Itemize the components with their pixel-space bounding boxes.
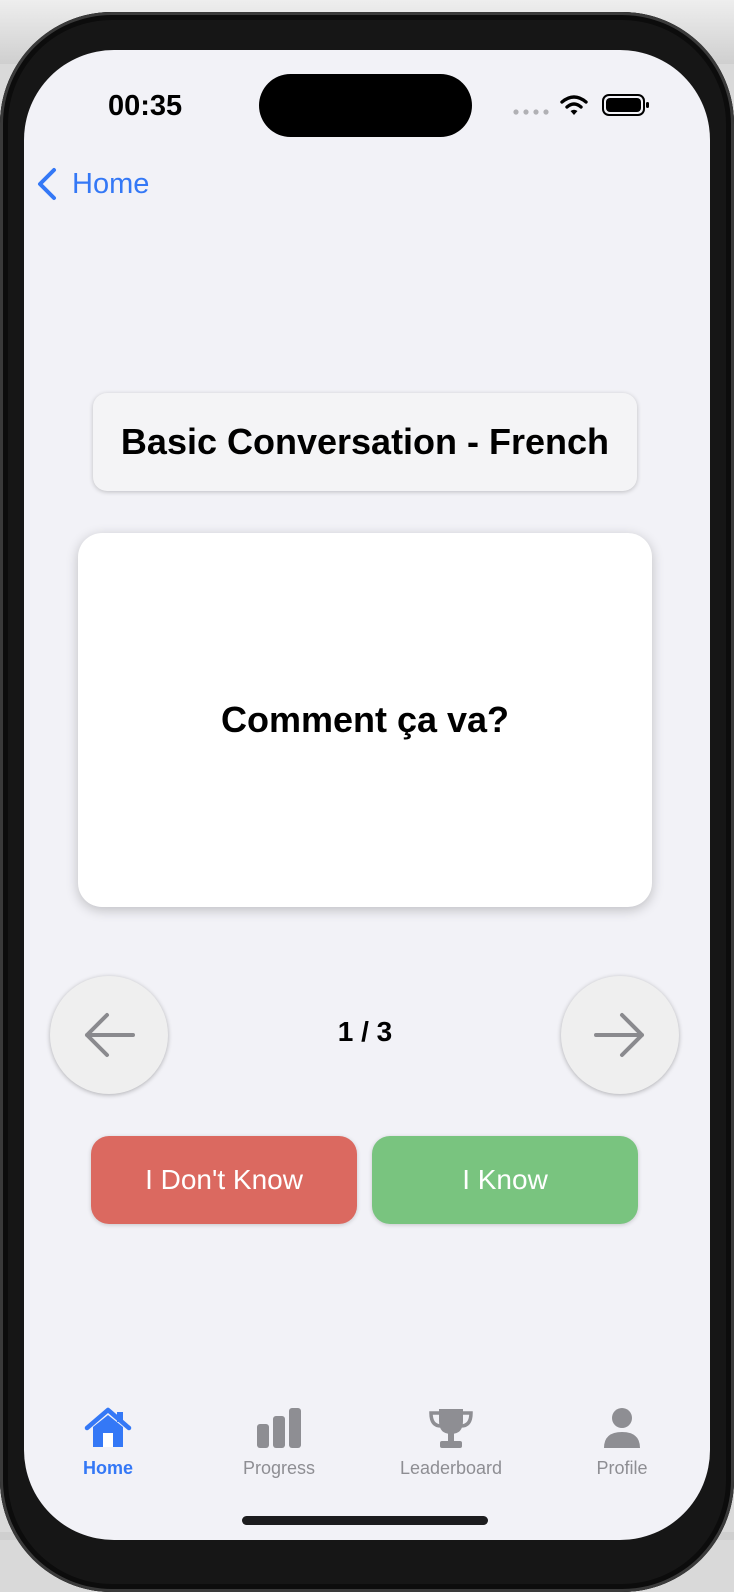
person-icon (604, 1408, 640, 1448)
trophy-icon (429, 1409, 473, 1448)
status-time: 00:35 (108, 90, 183, 122)
phone-frame: 00:35 Home Basic Conversation - French C… (0, 12, 734, 1592)
app-screen: 00:35 Home Basic Conversation - French C… (24, 50, 710, 1540)
next-card-button[interactable] (561, 976, 679, 1094)
wifi-icon (560, 95, 588, 115)
cellular-signal-icon (513, 109, 549, 115)
home-indicator (242, 1516, 488, 1525)
flashcard-text: Comment ça va? (220, 699, 510, 740)
previous-card-button[interactable] (50, 976, 168, 1094)
arrow-left-icon (85, 1013, 135, 1057)
deck-title: Basic Conversation - French (120, 421, 610, 462)
card-counter: 1 / 3 (337, 1016, 393, 1047)
tab-leaderboard[interactable]: Leaderboard (381, 1406, 521, 1479)
flashcard[interactable]: Comment ça va? (78, 533, 652, 907)
tab-progress[interactable]: Progress (209, 1406, 349, 1479)
tab-profile[interactable]: Profile (552, 1406, 692, 1479)
dont-know-button[interactable]: I Don't Know (91, 1136, 357, 1224)
know-button[interactable]: I Know (372, 1136, 638, 1224)
tab-home[interactable]: Home (38, 1406, 178, 1479)
tab-home-label: Home (82, 1458, 133, 1478)
house-icon (84, 1407, 132, 1447)
tab-leaderboard-label: Leaderboard (399, 1458, 503, 1478)
back-button-label: Home (72, 167, 150, 200)
bar-chart-icon (257, 1408, 301, 1448)
dynamic-island (259, 74, 472, 137)
back-button[interactable]: Home (34, 160, 149, 208)
arrow-right-icon (594, 1013, 644, 1057)
tab-progress-label: Progress (242, 1458, 316, 1478)
battery-icon (602, 94, 649, 116)
deck-title-box: Basic Conversation - French (93, 393, 637, 491)
tab-profile-label: Profile (596, 1458, 648, 1478)
chevron-left-icon (38, 168, 56, 200)
